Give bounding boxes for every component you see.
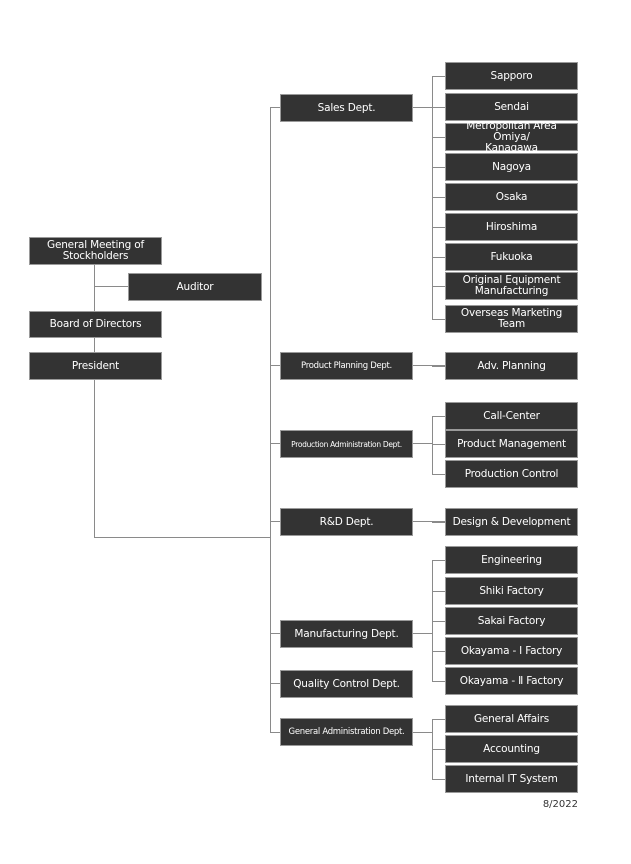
dept-general-administration: General Administration Dept. bbox=[280, 718, 413, 746]
connector-line bbox=[94, 264, 95, 538]
unit-box: Engineering bbox=[445, 546, 578, 574]
connector-line bbox=[432, 167, 445, 168]
dept-production-administration: Production Administration Dept. bbox=[280, 430, 413, 458]
connector-line bbox=[413, 443, 433, 444]
connector-line bbox=[432, 522, 445, 523]
unit-box: Product Management bbox=[445, 430, 578, 458]
connector-line bbox=[432, 749, 445, 750]
unit-box: Okayama - Ⅱ Factory bbox=[445, 667, 578, 695]
connector-line bbox=[432, 76, 445, 77]
connector-line bbox=[432, 651, 445, 652]
connector-line bbox=[432, 197, 445, 198]
connector-line bbox=[94, 286, 128, 287]
unit-box: Nagoya bbox=[445, 153, 578, 181]
connector-line bbox=[432, 591, 445, 592]
connector-line bbox=[270, 521, 280, 522]
connector-line bbox=[432, 286, 445, 287]
connector-line bbox=[270, 107, 280, 108]
dept-rnd: R&D Dept. bbox=[280, 508, 413, 536]
connector-line bbox=[432, 257, 445, 258]
dept-manufacturing: Manufacturing Dept. bbox=[280, 620, 413, 648]
unit-box: Metropolitan Area Omiya/ Kanagawa bbox=[445, 120, 578, 153]
connector-line bbox=[432, 474, 445, 475]
unit-box: Fukuoka bbox=[445, 243, 578, 271]
unit-box: Okayama - Ⅰ Factory bbox=[445, 637, 578, 665]
connector-line bbox=[413, 732, 433, 733]
unit-box: Internal IT System bbox=[445, 765, 578, 793]
unit-box: Sapporo bbox=[445, 62, 578, 90]
connector-line bbox=[432, 560, 445, 561]
connector-line bbox=[432, 621, 445, 622]
connector-line bbox=[94, 537, 271, 538]
connector-line bbox=[413, 107, 433, 108]
unit-box: Osaka bbox=[445, 183, 578, 211]
unit-box: Sendai bbox=[445, 93, 578, 121]
president-box: President bbox=[29, 352, 162, 380]
unit-box: Hiroshima bbox=[445, 213, 578, 241]
connector-line bbox=[270, 732, 280, 733]
connector-line bbox=[432, 319, 445, 320]
unit-box: Original Equipment Manufacturing bbox=[445, 272, 578, 300]
connector-line bbox=[432, 719, 445, 720]
connector-line bbox=[413, 633, 433, 634]
unit-box: General Affairs bbox=[445, 705, 578, 733]
connector-line bbox=[432, 416, 433, 475]
unit-box: Shiki Factory bbox=[445, 577, 578, 605]
connector-line bbox=[432, 366, 445, 367]
connector-line bbox=[432, 779, 445, 780]
unit-box: Production Control bbox=[445, 460, 578, 488]
unit-box: Overseas Marketing Team bbox=[445, 305, 578, 333]
connector-line bbox=[270, 107, 271, 733]
unit-box: Accounting bbox=[445, 735, 578, 763]
dept-product-planning: Product Planning Dept. bbox=[280, 352, 413, 380]
unit-box: Call-Center bbox=[445, 402, 578, 430]
dept-quality-control: Quality Control Dept. bbox=[280, 670, 413, 698]
board-box: Board of Directors bbox=[29, 311, 162, 338]
connector-line bbox=[432, 444, 445, 445]
unit-box: Adv. Planning bbox=[445, 352, 578, 380]
connector-line bbox=[270, 443, 280, 444]
connector-line bbox=[270, 683, 280, 684]
date-label: 8/2022 bbox=[542, 799, 578, 810]
dept-sales: Sales Dept. bbox=[280, 94, 413, 122]
auditor-box: Auditor bbox=[128, 273, 262, 301]
connector-line bbox=[432, 681, 445, 682]
connector-line bbox=[432, 107, 445, 108]
connector-line bbox=[270, 633, 280, 634]
unit-box: Design & Development bbox=[445, 508, 578, 536]
connector-line bbox=[432, 227, 445, 228]
general-meeting-box: General Meeting of Stockholders bbox=[29, 237, 162, 265]
connector-line bbox=[432, 416, 445, 417]
unit-box: Sakai Factory bbox=[445, 607, 578, 635]
connector-line bbox=[270, 365, 280, 366]
connector-line bbox=[432, 137, 445, 138]
